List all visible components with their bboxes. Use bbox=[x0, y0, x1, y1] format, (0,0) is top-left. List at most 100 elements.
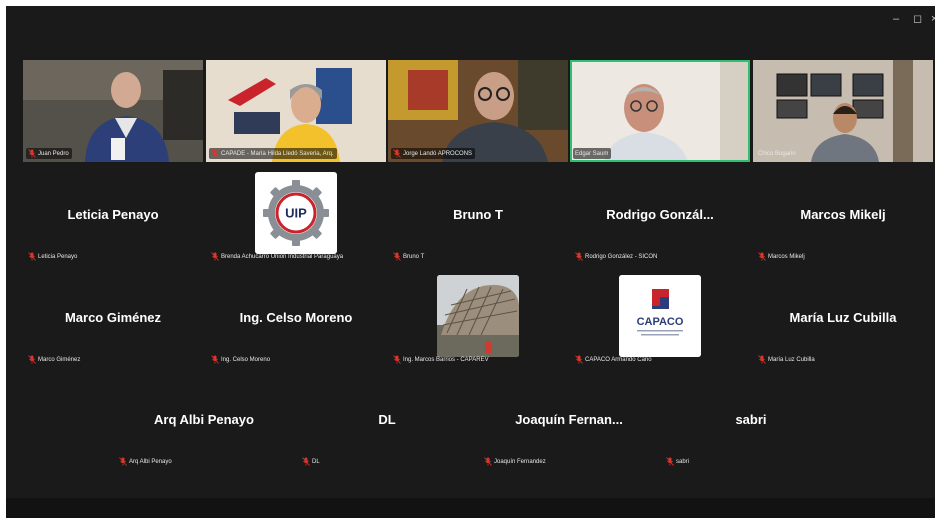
mic-muted-icon bbox=[211, 149, 219, 158]
participant-display-name: Leticia Penayo bbox=[67, 207, 159, 222]
minimize-button[interactable]: – bbox=[893, 14, 899, 25]
participant-label: Ing. Marcos Barrios - CAPAREV bbox=[391, 354, 492, 365]
participant-display-name: Rodrigo Gonzál... bbox=[606, 207, 714, 222]
participant-video-chico bbox=[753, 60, 933, 162]
mic-muted-icon bbox=[28, 149, 36, 158]
mic-muted-icon bbox=[393, 149, 401, 158]
participant-name: DL bbox=[312, 458, 320, 465]
participant-name: Rodrigo González - SICON bbox=[585, 253, 658, 260]
video-tile[interactable]: Jorge Landó APROCONS bbox=[388, 60, 568, 162]
mic-muted-icon bbox=[302, 457, 310, 466]
mic-muted-icon bbox=[666, 457, 674, 466]
participant-video-edgar bbox=[570, 60, 750, 162]
participant-name: Marco Giménez bbox=[38, 356, 81, 363]
toolbar-area bbox=[6, 498, 935, 518]
participant-label: CAPADE - María Hilda Lledó Saveria, Arq. bbox=[209, 148, 337, 159]
meeting-window: – ◻ × Juan Pedro CAPADE - María Hilda Ll… bbox=[6, 6, 935, 518]
participant-tile[interactable]: Marco Giménez Marco Giménez bbox=[23, 266, 203, 368]
participant-tile[interactable]: Rodrigo Gonzál... Rodrigo González - SIC… bbox=[570, 163, 750, 265]
participant-label: Bruno T bbox=[391, 251, 427, 262]
capaco-logo: CAPACO bbox=[619, 275, 701, 357]
participant-tile[interactable]: Joaquín Fernan... Joaquín Fernandez bbox=[479, 368, 659, 470]
participant-name: Joaquín Fernandez bbox=[494, 458, 546, 465]
participant-name: Marcos Mikelj bbox=[768, 253, 805, 260]
participant-display-name: Bruno T bbox=[453, 207, 503, 222]
participant-display-name: Marcos Mikelj bbox=[800, 207, 886, 222]
video-tile[interactable]: Juan Pedro bbox=[23, 60, 203, 162]
participant-display-name: Joaquín Fernan... bbox=[515, 412, 623, 427]
mic-muted-icon bbox=[119, 457, 127, 466]
participant-label: Jorge Landó APROCONS bbox=[391, 148, 476, 159]
participant-label: Marco Giménez bbox=[26, 354, 83, 365]
participant-label: Joaquín Fernandez bbox=[482, 456, 549, 467]
participant-tile[interactable]: Ing. Marcos Barrios - CAPAREV bbox=[388, 266, 568, 368]
participant-label: DL bbox=[300, 456, 323, 467]
participant-tile[interactable]: Bruno T Bruno T bbox=[388, 163, 568, 265]
participant-name: CAPADE - María Hilda Lledó Saveria, Arq. bbox=[221, 150, 334, 157]
participant-name: Bruno T bbox=[403, 253, 425, 260]
participant-name: Ing. Celso Moreno bbox=[221, 356, 271, 363]
uip-logo: UIP bbox=[255, 172, 337, 254]
participant-video-jorge bbox=[388, 60, 568, 162]
participant-label: Marcos Mikelj bbox=[756, 251, 808, 262]
participant-video-juan bbox=[23, 60, 203, 162]
participant-name: Edgar Saum bbox=[575, 150, 609, 157]
participant-tile[interactable]: Arq Albi Penayo Arq Albi Penayo bbox=[114, 368, 294, 470]
mic-muted-icon bbox=[28, 252, 36, 261]
participant-name: sabri bbox=[676, 458, 690, 465]
participant-label: Leticia Penayo bbox=[26, 251, 80, 262]
mic-muted-icon bbox=[28, 355, 36, 364]
participant-label: Ing. Celso Moreno bbox=[209, 354, 273, 365]
participant-label: Brenda Achucarro Unión Industrial Paragu… bbox=[209, 251, 346, 262]
participant-display-name: Marco Giménez bbox=[64, 310, 162, 325]
avatar-photo bbox=[437, 275, 519, 357]
participant-tile[interactable]: María Luz Cubilla María Luz Cubilla bbox=[753, 266, 933, 368]
participant-name: Juan Pedro bbox=[38, 150, 69, 157]
participant-tile[interactable]: DL DL bbox=[297, 368, 477, 470]
mic-muted-icon bbox=[575, 252, 583, 261]
close-button[interactable]: × bbox=[931, 14, 935, 25]
mic-muted-icon bbox=[211, 252, 219, 261]
participant-tile[interactable]: sabri sabri bbox=[661, 368, 841, 470]
participant-tile[interactable]: CAPACO CAPACO Armando Cano bbox=[570, 266, 750, 368]
participant-display-name: María Luz Cubilla bbox=[789, 310, 897, 325]
participant-name: Arq Albi Penayo bbox=[129, 458, 172, 465]
participant-name: CAPACO Armando Cano bbox=[585, 356, 652, 363]
participant-tile[interactable]: Ing. Celso Moreno Ing. Celso Moreno bbox=[206, 266, 386, 368]
video-tile-active-speaker[interactable]: Edgar Saum bbox=[570, 60, 750, 162]
participant-display-name: Arq Albi Penayo bbox=[154, 412, 254, 427]
participant-name: Brenda Achucarro Unión Industrial Paragu… bbox=[221, 253, 344, 260]
participant-tile[interactable]: UIP Brenda Achucarro Unión Industrial Pa… bbox=[206, 163, 386, 265]
video-tile[interactable]: CAPADE - María Hilda Lledó Saveria, Arq. bbox=[206, 60, 386, 162]
participant-label: María Luz Cubilla bbox=[756, 354, 818, 365]
restore-button[interactable]: ◻ bbox=[913, 14, 922, 25]
video-tile[interactable]: Chico Bogarin bbox=[753, 60, 933, 162]
mic-muted-icon bbox=[758, 252, 766, 261]
participant-display-name: DL bbox=[378, 412, 396, 427]
participant-label: Arq Albi Penayo bbox=[117, 456, 175, 467]
mic-muted-icon bbox=[575, 355, 583, 364]
participant-display-name: Ing. Celso Moreno bbox=[239, 310, 353, 325]
participant-tile[interactable]: Leticia Penayo Leticia Penayo bbox=[23, 163, 203, 265]
participant-name: Leticia Penayo bbox=[38, 253, 78, 260]
participant-label: sabri bbox=[664, 456, 692, 467]
mic-muted-icon bbox=[211, 355, 219, 364]
participant-label: Rodrigo González - SICON bbox=[573, 251, 660, 262]
participant-tile[interactable]: Marcos Mikelj Marcos Mikelj bbox=[753, 163, 933, 265]
participant-video-capade bbox=[206, 60, 386, 162]
participant-name: Jorge Landó APROCONS bbox=[403, 150, 473, 157]
mic-muted-icon bbox=[758, 355, 766, 364]
participant-name: Chico Bogarin bbox=[758, 150, 796, 157]
participant-display-name: sabri bbox=[735, 412, 767, 427]
participant-name: Ing. Marcos Barrios - CAPAREV bbox=[403, 356, 489, 363]
participant-name: María Luz Cubilla bbox=[768, 356, 815, 363]
participant-label: Juan Pedro bbox=[26, 148, 72, 159]
mic-muted-icon bbox=[393, 252, 401, 261]
uip-logo-text: UIP bbox=[285, 206, 307, 221]
mic-muted-icon bbox=[484, 457, 492, 466]
participant-label: CAPACO Armando Cano bbox=[573, 354, 655, 365]
participant-label: Chico Bogarin bbox=[756, 148, 799, 159]
capaco-logo-text: CAPACO bbox=[637, 316, 684, 328]
mic-muted-icon bbox=[393, 355, 401, 364]
participant-label: Edgar Saum bbox=[573, 148, 612, 159]
